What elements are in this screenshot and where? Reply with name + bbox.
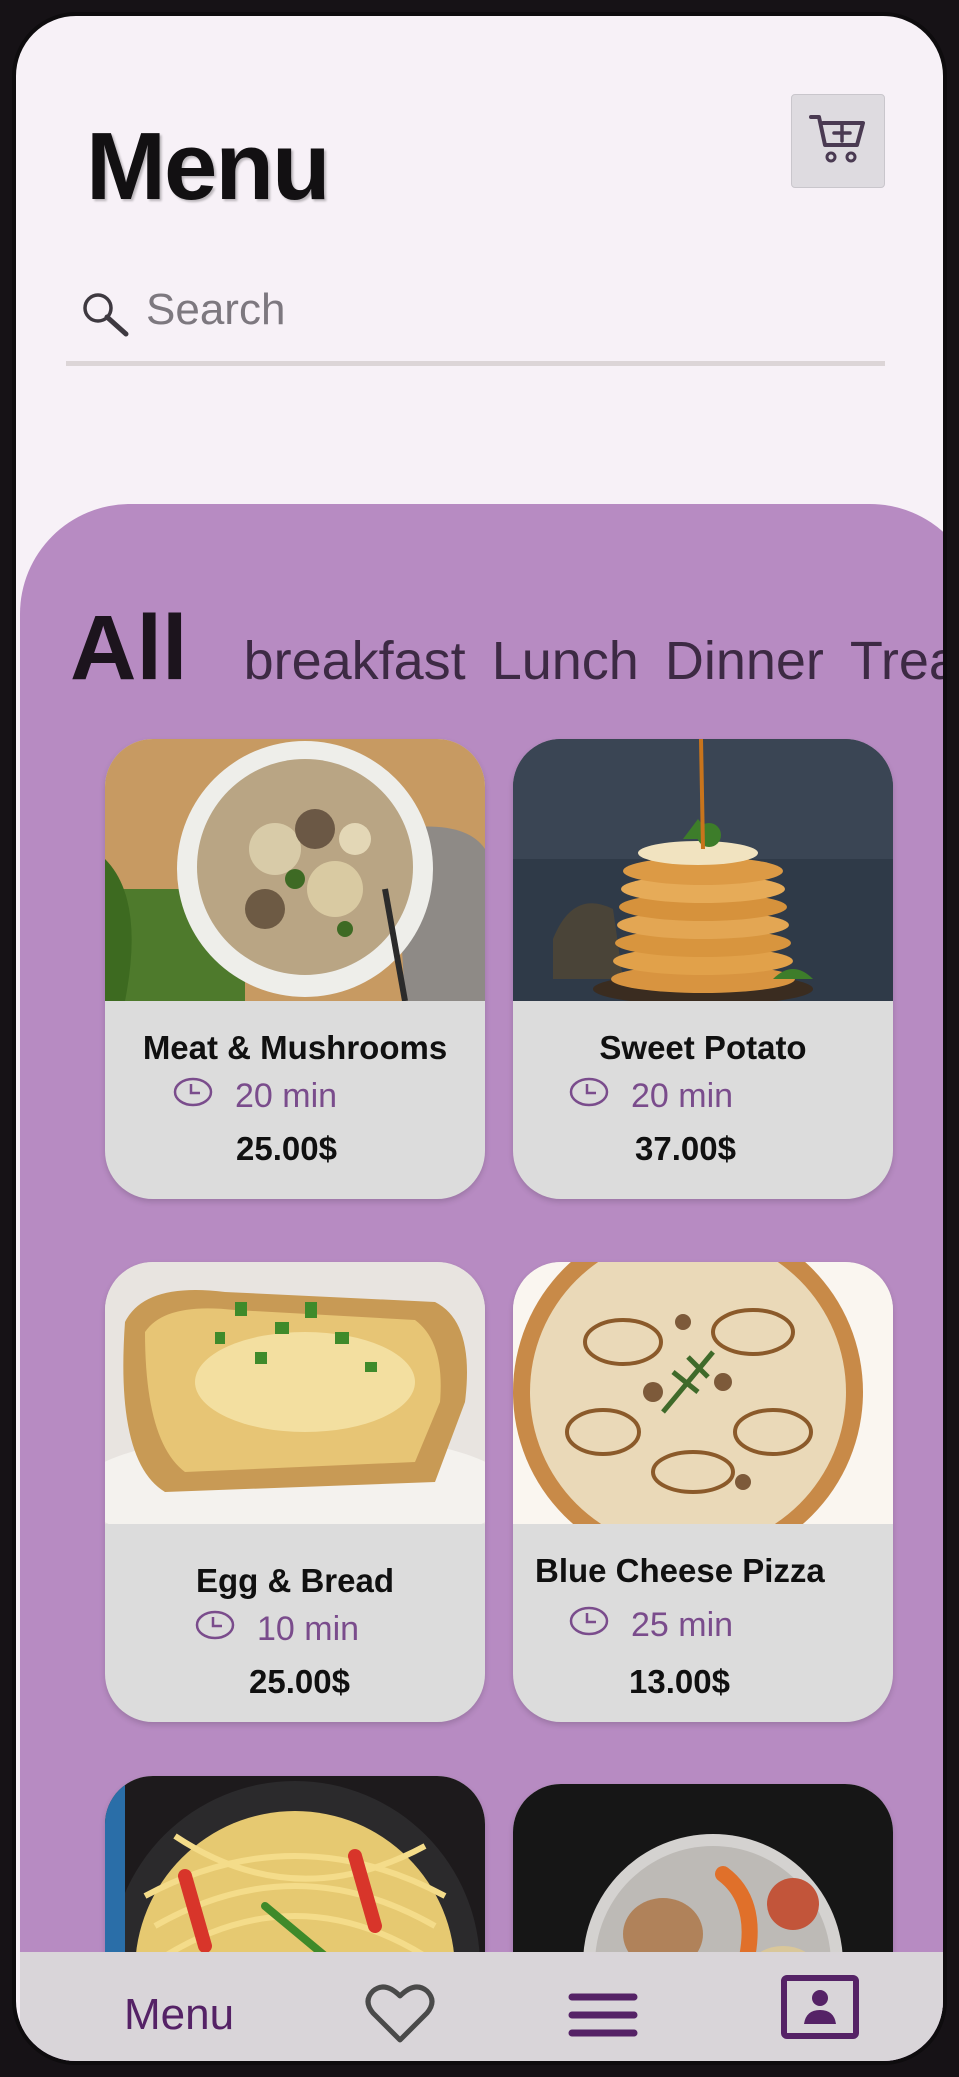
clock-icon — [569, 1077, 609, 1116]
search-icon — [80, 290, 132, 347]
food-card[interactable]: Egg & Bread 10 min 25.00$ — [105, 1262, 485, 1722]
food-price: 13.00$ — [629, 1663, 730, 1700]
food-card[interactable]: Meat & Mushrooms 20 min 25.00$ — [105, 739, 485, 1199]
cart-add-icon — [807, 111, 869, 172]
prep-time: 10 min — [195, 1610, 359, 1649]
food-card[interactable]: Blue Cheese Pizza 25 min 13.00$ — [513, 1262, 893, 1722]
food-card[interactable] — [105, 1776, 485, 1956]
food-price: 37.00$ — [635, 1130, 736, 1167]
food-name: Meat & Mushrooms — [142, 1029, 448, 1066]
prep-time-text: 20 min — [235, 1077, 338, 1115]
bottom-navigation: Menu — [20, 1952, 943, 2061]
hamburger-icon[interactable] — [568, 1992, 638, 2043]
clock-icon — [195, 1610, 235, 1649]
heart-icon[interactable] — [365, 1982, 435, 2049]
tab-all[interactable]: All — [70, 596, 188, 701]
food-card[interactable] — [513, 1784, 893, 1956]
tab-treats[interactable]: Treats — [850, 630, 943, 692]
prep-time: 20 min — [569, 1077, 733, 1116]
food-price: 25.00$ — [249, 1663, 350, 1700]
page-title: Menu — [86, 113, 331, 220]
food-image — [513, 739, 893, 1001]
clock-icon — [569, 1606, 609, 1645]
search-input[interactable] — [146, 280, 846, 340]
search-bar[interactable] — [66, 266, 885, 366]
tab-lunch[interactable]: Lunch — [492, 630, 639, 692]
prep-time: 20 min — [173, 1077, 337, 1116]
food-image — [513, 1784, 893, 1956]
food-image — [105, 739, 485, 1001]
prep-time-text: 25 min — [631, 1606, 734, 1644]
food-image — [105, 1262, 485, 1524]
prep-time: 25 min — [569, 1606, 733, 1645]
phone-screen: Menu All breakfast Lunch Dinner Treats — [12, 12, 947, 2065]
profile-card-icon[interactable] — [780, 1974, 860, 2045]
category-tabs: All breakfast Lunch Dinner Treats — [70, 596, 943, 701]
food-name: Egg & Bread — [195, 1562, 395, 1599]
food-card[interactable]: Sweet Potato 20 min 37.00$ — [513, 739, 893, 1199]
nav-menu[interactable]: Menu — [124, 1990, 234, 2040]
food-image — [105, 1776, 485, 1956]
prep-time-text: 10 min — [257, 1610, 360, 1648]
food-price: 25.00$ — [236, 1130, 337, 1167]
clock-icon — [173, 1077, 213, 1116]
food-name: Blue Cheese Pizza — [535, 1552, 825, 1589]
prep-time-text: 20 min — [631, 1077, 734, 1115]
tab-dinner[interactable]: Dinner — [665, 630, 824, 692]
tab-breakfast[interactable]: breakfast — [244, 630, 466, 692]
cart-button[interactable] — [791, 94, 885, 188]
food-image — [513, 1262, 893, 1524]
food-name: Sweet Potato — [599, 1029, 807, 1066]
